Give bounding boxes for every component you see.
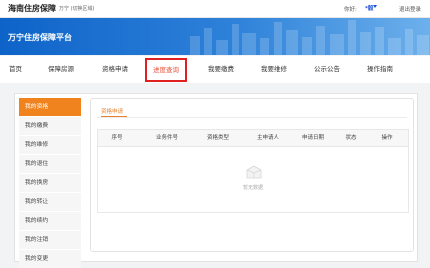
table-body: 暂无数据 xyxy=(97,146,409,213)
site-title[interactable]: 海南住房保障 xyxy=(8,3,56,14)
column-header: 业务件号 xyxy=(155,135,178,141)
column-header: 主申请人 xyxy=(256,135,279,141)
sidebar: 我的资格 我的缴费 我的维修 我的退住 我的换房 我的转让 我的续约 我的注销 … xyxy=(19,98,81,268)
nav-home[interactable]: 首页 xyxy=(9,56,22,83)
sidebar-item-qualification[interactable]: 我的资格 xyxy=(19,98,81,116)
tab-qualification-apply[interactable]: 资格申请 xyxy=(101,107,123,115)
banner: 万宁住房保障平台 xyxy=(0,18,430,55)
column-header: 状态 xyxy=(345,135,357,141)
skyline-illustration xyxy=(190,20,429,55)
sidebar-item-exchange[interactable]: 我的换房 xyxy=(19,174,81,192)
chevron-down-icon[interactable] xyxy=(373,5,377,8)
divider xyxy=(97,117,407,118)
sidebar-item-move-out[interactable]: 我的退住 xyxy=(19,155,81,173)
nav-qualification-apply[interactable]: 资格申请 xyxy=(102,56,128,83)
nav-guide[interactable]: 操作指南 xyxy=(367,56,393,83)
main-nav: 首页 保障房源 资格申请 进度查询 我要缴费 我要维修 公示公告 操作指南 xyxy=(0,56,430,83)
nav-payment[interactable]: 我要缴费 xyxy=(208,56,234,83)
nav-announcements[interactable]: 公示公告 xyxy=(314,56,340,83)
logout-link[interactable]: 退出登录 xyxy=(399,5,421,13)
sidebar-item-repair[interactable]: 我的维修 xyxy=(19,136,81,154)
platform-title: 万宁住房保障平台 xyxy=(8,33,72,42)
sidebar-item-renewal[interactable]: 我的续约 xyxy=(19,212,81,230)
nav-housing[interactable]: 保障房源 xyxy=(48,56,74,83)
column-header: 申请日期 xyxy=(301,135,324,141)
sidebar-item-payment[interactable]: 我的缴费 xyxy=(19,117,81,135)
region-switcher[interactable]: 万宁 (切换区域) xyxy=(59,5,95,12)
top-bar: 海南住房保障 万宁 (切换区域) 你好: *毅 退出登录 xyxy=(0,0,430,18)
sidebar-item-cancellation[interactable]: 我的注销 xyxy=(19,231,81,249)
nav-progress-query[interactable]: 进度查询 xyxy=(145,58,187,82)
content-area: 我的资格 我的缴费 我的维修 我的退住 我的换房 我的转让 我的续约 我的注销 … xyxy=(14,93,418,268)
column-header: 序号 xyxy=(111,135,123,141)
empty-state-text: 暂无数据 xyxy=(242,185,263,191)
nav-repair[interactable]: 我要维修 xyxy=(261,56,287,83)
records-panel: 资格申请 序号 业务件号 资格类型 主申请人 申请日期 状态 操作 暂无数据 xyxy=(90,98,414,252)
column-header: 操作 xyxy=(381,135,393,141)
sidebar-item-transfer[interactable]: 我的转让 xyxy=(19,193,81,211)
sidebar-item-change[interactable]: 我的变更 xyxy=(19,250,81,268)
empty-box-icon xyxy=(246,165,262,179)
column-header: 资格类型 xyxy=(206,135,229,141)
greeting-label: 你好: xyxy=(344,7,357,13)
table-header: 序号 业务件号 资格类型 主申请人 申请日期 状态 操作 xyxy=(97,129,409,147)
